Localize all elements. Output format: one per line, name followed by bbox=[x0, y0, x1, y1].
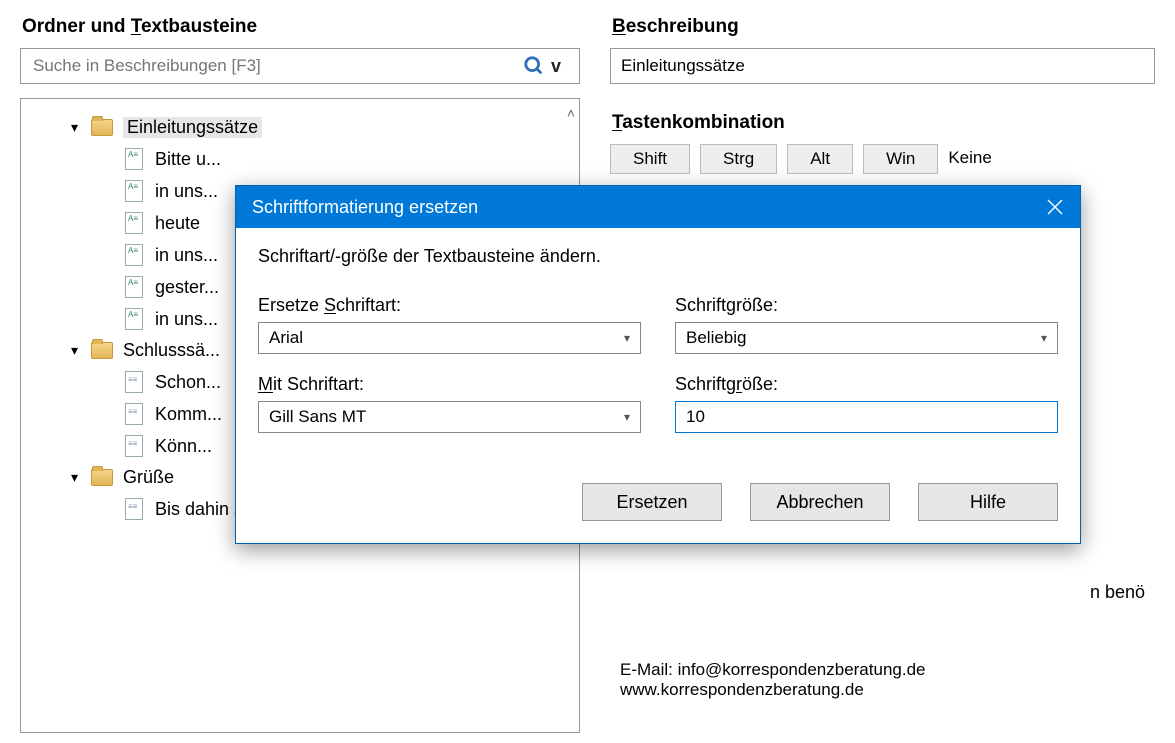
folder-icon bbox=[91, 342, 113, 359]
folder-label[interactable]: Schlusssä... bbox=[123, 340, 220, 361]
key-shift[interactable]: Shift bbox=[610, 144, 690, 174]
chevron-down-icon: ▾ bbox=[624, 410, 630, 424]
folder-einleitungssaetze[interactable]: ▾ Einleitungssätze bbox=[71, 117, 579, 138]
close-icon[interactable] bbox=[1030, 186, 1080, 228]
document-icon bbox=[125, 148, 143, 170]
size2-input[interactable] bbox=[675, 401, 1058, 433]
document-icon bbox=[125, 308, 143, 330]
size1-label: Schriftgröße: bbox=[675, 295, 1058, 316]
dialog-schriftformatierung: Schriftformatierung ersetzen Schriftart/… bbox=[235, 185, 1081, 544]
document-icon bbox=[125, 435, 143, 457]
dialog-instruction: Schriftart/-größe der Textbausteine ände… bbox=[258, 246, 1058, 267]
chevron-down-icon: ▾ bbox=[1041, 331, 1047, 345]
key-strg[interactable]: Strg bbox=[700, 144, 777, 174]
description-heading: Beschreibung bbox=[612, 16, 1155, 38]
expander-icon[interactable]: ▾ bbox=[71, 342, 87, 359]
size2-label: Schriftgröße: bbox=[675, 374, 1058, 395]
replace-button[interactable]: Ersetzen bbox=[582, 483, 722, 521]
key-alt[interactable]: Alt bbox=[787, 144, 853, 174]
dialog-title: Schriftformatierung ersetzen bbox=[252, 197, 478, 218]
body-fragment: n benö bbox=[1090, 582, 1145, 603]
search-dropdown-icon[interactable]: v bbox=[551, 56, 569, 77]
chevron-down-icon: ▾ bbox=[624, 331, 630, 345]
cancel-button[interactable]: Abbrechen bbox=[750, 483, 890, 521]
footer-contact: E-Mail: info@korrespondenzberatung.de ww… bbox=[620, 660, 926, 700]
folder-icon bbox=[91, 119, 113, 136]
document-icon bbox=[125, 276, 143, 298]
description-input[interactable] bbox=[610, 48, 1155, 84]
size1-combo[interactable]: Beliebig ▾ bbox=[675, 322, 1058, 354]
replace-font-label: Ersetze Schriftart: bbox=[258, 295, 641, 316]
search-icon[interactable] bbox=[523, 55, 545, 77]
scroll-up-icon[interactable]: ˄ bbox=[567, 105, 575, 121]
search-input[interactable] bbox=[21, 56, 523, 76]
document-icon bbox=[125, 180, 143, 202]
document-icon bbox=[125, 244, 143, 266]
tree-item[interactable]: Bitte u... bbox=[125, 148, 579, 170]
folder-icon bbox=[91, 469, 113, 486]
document-icon bbox=[125, 498, 143, 520]
expander-icon[interactable]: ▾ bbox=[71, 119, 87, 136]
document-icon bbox=[125, 371, 143, 393]
replace-font-combo[interactable]: Arial ▾ bbox=[258, 322, 641, 354]
left-heading: Ordner und Textbausteine bbox=[22, 16, 580, 38]
search-bar[interactable]: v bbox=[20, 48, 580, 84]
shortcut-heading: Tastenkombination bbox=[612, 112, 1155, 134]
dialog-titlebar: Schriftformatierung ersetzen bbox=[236, 186, 1080, 228]
document-icon bbox=[125, 403, 143, 425]
modifier-key-row: Shift Strg Alt Win Keine bbox=[610, 144, 1155, 174]
key-win[interactable]: Win bbox=[863, 144, 938, 174]
help-button[interactable]: Hilfe bbox=[918, 483, 1058, 521]
document-icon bbox=[125, 212, 143, 234]
with-font-combo[interactable]: Gill Sans MT ▾ bbox=[258, 401, 641, 433]
key-none: Keine bbox=[948, 144, 991, 174]
expander-icon[interactable]: ▾ bbox=[71, 469, 87, 486]
folder-label[interactable]: Grüße bbox=[123, 467, 174, 488]
folder-label[interactable]: Einleitungssätze bbox=[123, 117, 262, 138]
with-font-label: Mit Schriftart: bbox=[258, 374, 641, 395]
